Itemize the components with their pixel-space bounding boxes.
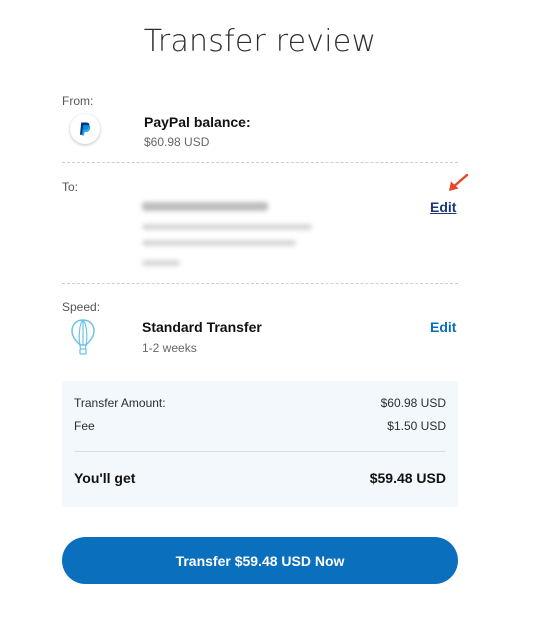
divider xyxy=(62,283,458,284)
transfer-now-button[interactable]: Transfer $59.48 USD Now xyxy=(62,537,458,584)
fee-label: Fee xyxy=(74,419,95,433)
youll-get-value: $59.48 USD xyxy=(369,470,446,486)
summary-divider xyxy=(74,451,446,452)
edit-recipient-link[interactable]: Edit xyxy=(430,199,456,215)
transfer-summary: Transfer Amount: $60.98 USD Fee $1.50 US… xyxy=(62,381,458,507)
summary-row-youll-get: You'll get $59.48 USD xyxy=(74,470,446,486)
page-title: Transfer review xyxy=(143,24,377,59)
to-label: To: xyxy=(62,180,79,194)
hot-air-balloon-icon xyxy=(71,319,95,355)
youll-get-label: You'll get xyxy=(74,470,136,486)
divider xyxy=(62,162,458,163)
speed-option-title: Standard Transfer xyxy=(142,319,262,335)
from-label: From: xyxy=(62,94,94,108)
transfer-amount-value: $60.98 USD xyxy=(380,396,446,410)
fee-value: $1.50 USD xyxy=(387,419,446,433)
speed-label: Speed: xyxy=(62,300,101,314)
summary-row-transfer-amount: Transfer Amount: $60.98 USD xyxy=(74,396,446,410)
annotation-arrow-icon xyxy=(449,173,469,191)
from-source-name: PayPal balance: xyxy=(144,114,251,130)
transfer-amount-label: Transfer Amount: xyxy=(74,396,166,410)
edit-speed-link[interactable]: Edit xyxy=(430,319,456,335)
paypal-logo-icon xyxy=(70,114,100,144)
summary-row-fee: Fee $1.50 USD xyxy=(74,419,446,433)
from-source-amount: $60.98 USD xyxy=(144,135,210,149)
speed-option-duration: 1-2 weeks xyxy=(142,341,197,355)
